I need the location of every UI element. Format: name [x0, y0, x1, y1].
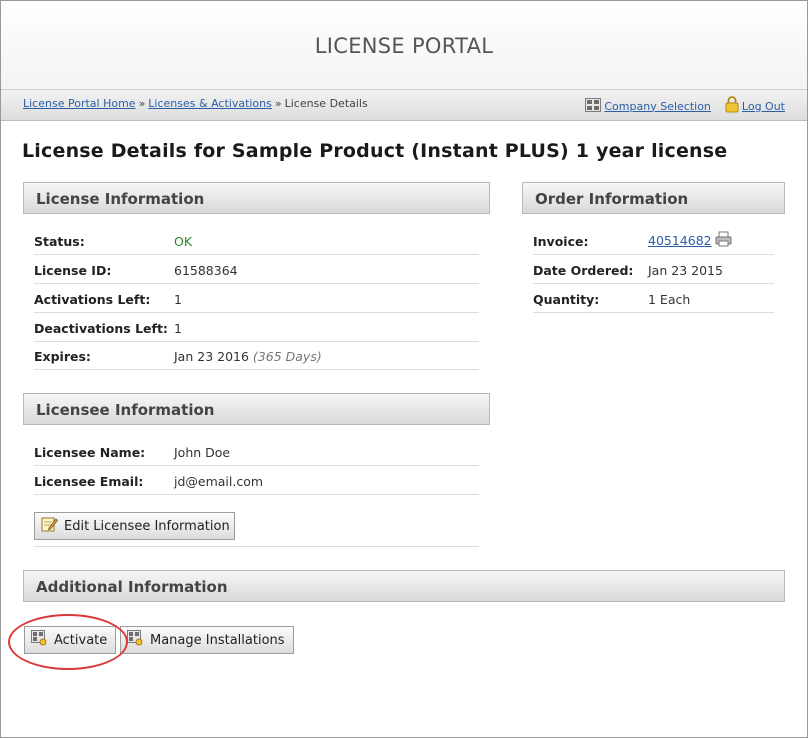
additional-info-header: Additional Information	[23, 570, 785, 602]
license-id-value: 61588364	[174, 263, 238, 278]
licensee-info-header: Licensee Information	[23, 393, 490, 425]
breadcrumb-current: License Details	[284, 97, 368, 110]
licensee-row-email: Licensee Email: jd@email.com	[34, 466, 479, 495]
status-value: OK	[174, 234, 193, 249]
breadcrumb-separator: »	[138, 97, 146, 110]
license-info-title: License Information	[36, 190, 205, 208]
expires-label: Expires:	[34, 349, 91, 364]
order-row-invoice: Invoice: 40514682	[533, 226, 774, 255]
edit-licensee-button[interactable]: Edit Licensee Information	[34, 512, 235, 540]
printer-icon[interactable]	[715, 231, 732, 250]
licensee-name-value: John Doe	[174, 445, 231, 460]
licensee-name-label: Licensee Name:	[34, 445, 146, 460]
header: LICENSE PORTAL	[1, 1, 807, 89]
company-selection-link[interactable]: Company Selection	[604, 100, 711, 113]
licensee-info-title: Licensee Information	[36, 401, 215, 419]
licensee-row-name: Licensee Name: John Doe	[34, 437, 479, 466]
status-label: Status:	[34, 234, 85, 249]
date-ordered-value: Jan 23 2015	[648, 263, 723, 278]
license-row-deactivations: Deactivations Left: 1	[34, 313, 479, 342]
quantity-label: Quantity:	[533, 292, 600, 307]
activations-left-label: Activations Left:	[34, 292, 151, 307]
breadcrumb: License Portal Home» Licenses & Activatio…	[23, 97, 368, 110]
order-row-date: Date Ordered: Jan 23 2015	[533, 255, 774, 284]
license-row-status: Status: OK	[34, 226, 479, 255]
licensee-email-label: Licensee Email:	[34, 474, 144, 489]
license-row-id: License ID: 61588364	[34, 255, 479, 284]
manage-installations-button[interactable]: Manage Installations	[120, 626, 294, 654]
activate-label: Activate	[54, 632, 108, 648]
breadcrumb-home-link[interactable]: License Portal Home	[23, 97, 136, 110]
deactivations-left-label: Deactivations Left:	[34, 321, 168, 336]
order-row-quantity: Quantity: 1 Each	[533, 284, 774, 313]
order-info-title: Order Information	[535, 190, 689, 208]
breadcrumb-separator: »	[274, 97, 282, 110]
grid-key-icon	[127, 630, 144, 650]
invoice-link[interactable]: 40514682	[648, 233, 712, 248]
lock-icon[interactable]	[725, 96, 739, 116]
logout-link[interactable]: Log Out	[742, 100, 785, 113]
additional-info-title: Additional Information	[36, 578, 228, 596]
license-id-label: License ID:	[34, 263, 112, 278]
quantity-value: 1 Each	[648, 292, 691, 307]
licensee-email-value: jd@email.com	[174, 474, 264, 489]
order-info-header: Order Information	[522, 182, 785, 214]
deactivations-left-value: 1	[174, 321, 182, 336]
grid-key-icon	[31, 630, 48, 650]
expires-note: (365 Days)	[252, 349, 322, 364]
app-title: LICENSE PORTAL	[314, 34, 494, 58]
activations-left-value: 1	[174, 292, 182, 307]
nav-bar: License Portal Home» Licenses & Activatio…	[1, 89, 807, 121]
edit-icon	[41, 516, 59, 536]
expires-value-group: Jan 23 2016 (365 Days)	[174, 349, 322, 364]
date-ordered-label: Date Ordered:	[533, 263, 634, 278]
edit-licensee-label: Edit Licensee Information	[64, 518, 230, 534]
grid-icon[interactable]	[585, 97, 602, 115]
invoice-value-group: 40514682	[648, 231, 732, 250]
invoice-label: Invoice:	[533, 234, 589, 249]
manage-installations-label: Manage Installations	[150, 632, 285, 648]
nav-right: Company Selection Log Out	[585, 96, 785, 116]
license-row-expires: Expires: Jan 23 2016 (365 Days)	[34, 341, 479, 370]
license-row-activations: Activations Left: 1	[34, 284, 479, 313]
expires-value: Jan 23 2016	[174, 349, 249, 364]
breadcrumb-licenses-link[interactable]: Licenses & Activations	[148, 97, 272, 110]
activate-button[interactable]: Activate	[24, 626, 116, 654]
license-info-header: License Information	[23, 182, 490, 214]
page-title: License Details for Sample Product (Inst…	[22, 140, 728, 162]
